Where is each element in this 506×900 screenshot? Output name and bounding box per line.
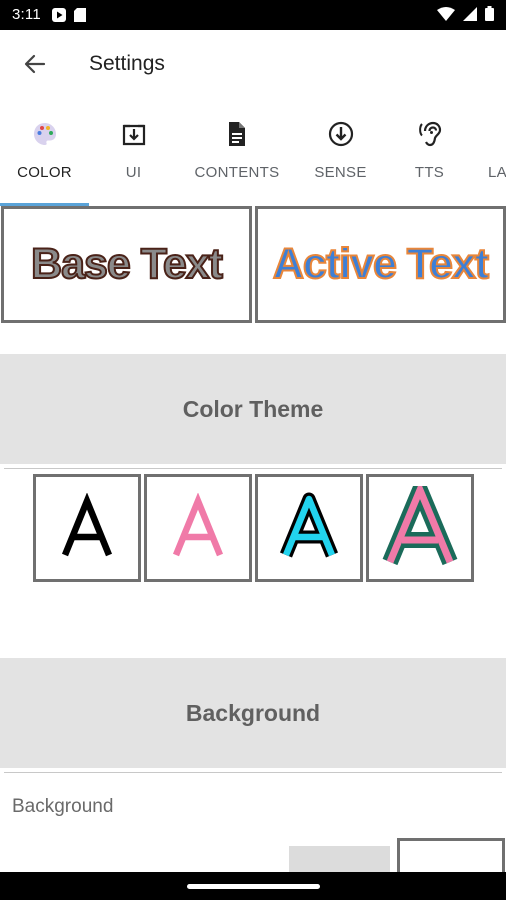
tab-color[interactable]: COLOR [0,108,89,206]
background-option-gray[interactable] [289,846,390,874]
tab-label: LA [488,164,506,181]
arrow-left-icon [24,54,46,74]
base-text-sample: Base Text [30,239,224,289]
theme-option-pink-green[interactable] [366,474,474,582]
battery-icon [485,6,494,26]
tab-label: COLOR [17,164,72,181]
letter-a-cyan [279,492,339,558]
theme-option-pink[interactable] [144,474,252,582]
settings-tabs: COLOR UI CONTENTS SENSE TTS LA [0,108,506,206]
sd-card-icon [74,8,86,27]
palette-icon [31,120,59,148]
tab-label: UI [125,164,142,181]
theme-option-cyan-outline[interactable] [255,474,363,582]
status-bar: 3:11 [0,0,506,30]
home-handle[interactable] [187,884,320,889]
section-title: Background [185,699,321,726]
active-text-preview[interactable]: Active Text [255,206,506,323]
tab-ui[interactable]: UI [89,108,178,206]
divider [4,468,502,469]
tab-label: TTS [414,164,445,181]
theme-option-black[interactable] [33,474,141,582]
app-bar: Settings [0,30,506,100]
tab-contents[interactable]: CONTENTS [178,108,296,206]
arrow-circle-down-icon [327,120,355,148]
divider [4,772,502,773]
tab-label: CONTENTS [194,164,280,181]
base-text-preview[interactable]: Base Text [1,206,252,323]
tab-sense[interactable]: SENSE [296,108,385,206]
active-text-sample: Active Text [272,239,490,289]
system-nav-bar [0,872,506,900]
color-theme-header: Color Theme [0,354,506,464]
letter-a-pink [172,493,224,557]
hearing-icon [416,120,444,148]
tab-tts[interactable]: TTS [385,108,474,206]
background-label: Background [12,796,114,817]
tab-label: SENSE [314,164,367,181]
download-box-icon [120,120,148,148]
background-option-white[interactable] [397,838,505,874]
page-title: Settings [89,52,165,75]
play-badge-icon [52,8,66,27]
background-header: Background [0,658,506,768]
status-time: 3:11 [12,6,41,23]
back-button[interactable] [18,47,52,81]
document-icon [223,120,251,148]
tab-overflow[interactable]: LA [474,108,506,206]
letter-a-black [61,493,113,557]
wifi-icon [437,6,455,26]
letter-a-pink-green [382,486,458,566]
section-title: Color Theme [182,395,324,422]
signal-icon [463,6,477,26]
